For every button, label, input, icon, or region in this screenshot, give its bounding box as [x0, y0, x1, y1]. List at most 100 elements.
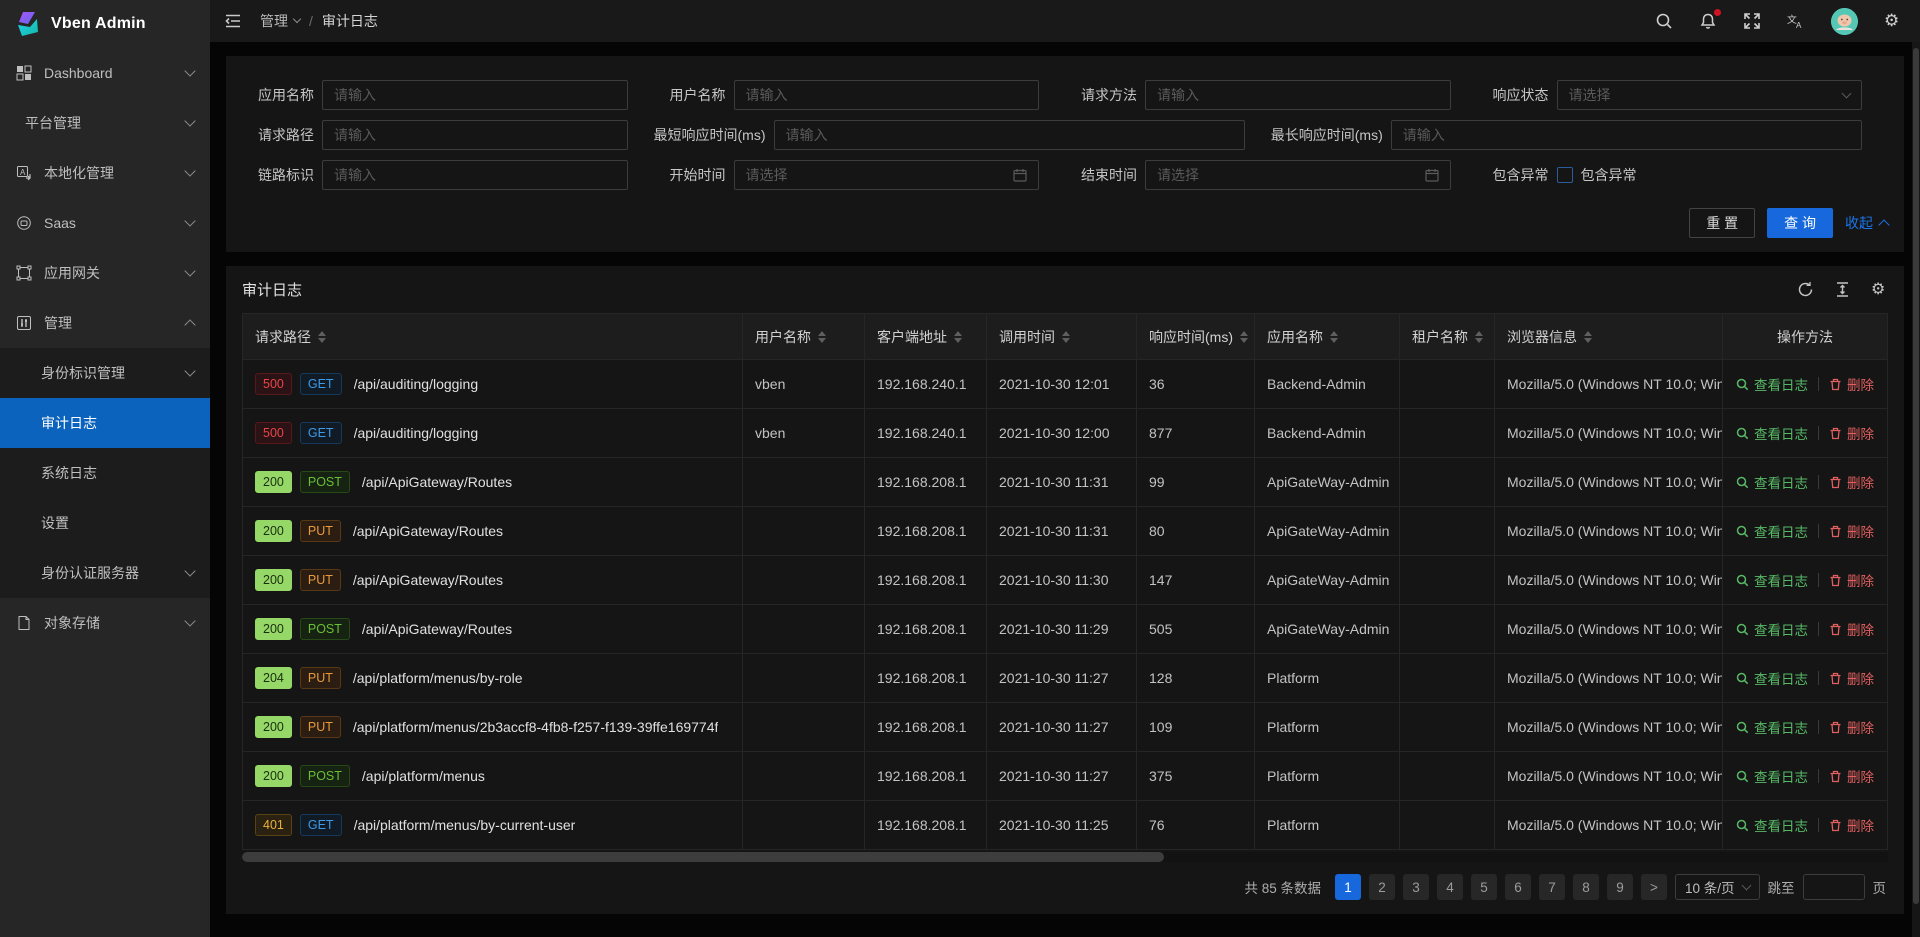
delete-button[interactable]: 删除: [1829, 472, 1874, 492]
sort-icon[interactable]: [1330, 331, 1338, 343]
delete-button[interactable]: 删除: [1829, 374, 1874, 394]
sort-icon[interactable]: [1240, 331, 1248, 343]
sort-icon[interactable]: [318, 331, 326, 343]
cell-tenant: [1400, 458, 1495, 507]
cell-tenant: [1400, 556, 1495, 605]
notification-bell-icon[interactable]: [1699, 12, 1717, 30]
page-content: 应用名称 用户名称 请求方法 响应状态 请选择: [210, 42, 1920, 937]
scrollbar-thumb[interactable]: [1913, 48, 1919, 904]
language-icon[interactable]: 文A: [1787, 12, 1805, 30]
sidebar-item-audit-log[interactable]: 审计日志: [0, 398, 210, 448]
view-log-button[interactable]: 查看日志: [1736, 472, 1808, 492]
search-icon[interactable]: [1655, 12, 1673, 30]
sidebar-item-settings[interactable]: 设置: [0, 498, 210, 548]
sort-icon[interactable]: [1584, 331, 1592, 343]
page-button-1[interactable]: 1: [1335, 874, 1361, 900]
sort-icon[interactable]: [1062, 331, 1070, 343]
user-avatar[interactable]: [1831, 8, 1858, 35]
filter-field-has-exception: 包含异常 包含异常: [1477, 160, 1889, 190]
view-log-button[interactable]: 查看日志: [1736, 766, 1808, 786]
view-log-button[interactable]: 查看日志: [1736, 619, 1808, 639]
page-button-9[interactable]: 9: [1607, 874, 1633, 900]
response-status-select[interactable]: 请选择: [1557, 80, 1863, 110]
row-height-icon[interactable]: [1834, 281, 1851, 298]
delete-button[interactable]: 删除: [1829, 815, 1874, 835]
page-size-select[interactable]: 10 条/页: [1675, 874, 1760, 900]
sidebar-item-saas[interactable]: Saas: [0, 198, 210, 248]
cell-browser: Mozilla/5.0 (Windows NT 10.0; Win: [1495, 605, 1723, 654]
delete-button[interactable]: 删除: [1829, 521, 1874, 541]
collapse-link[interactable]: 收起: [1845, 213, 1888, 233]
app-name-input[interactable]: [322, 80, 628, 110]
view-log-button[interactable]: 查看日志: [1736, 668, 1808, 688]
search-button[interactable]: 查 询: [1767, 208, 1833, 238]
request-method-input[interactable]: [1145, 80, 1451, 110]
page-button-8[interactable]: 8: [1573, 874, 1599, 900]
column-header-duration[interactable]: 响应时间(ms): [1137, 314, 1255, 360]
column-header-browser[interactable]: 浏览器信息: [1495, 314, 1723, 360]
view-log-button[interactable]: 查看日志: [1736, 717, 1808, 737]
next-page-button[interactable]: >: [1641, 874, 1667, 900]
delete-button[interactable]: 删除: [1829, 766, 1874, 786]
user-name-input[interactable]: [734, 80, 1040, 110]
column-settings-gear-icon[interactable]: ⚙: [1871, 281, 1888, 298]
view-log-button[interactable]: 查看日志: [1736, 815, 1808, 835]
column-header-user[interactable]: 用户名称: [743, 314, 865, 360]
refresh-icon[interactable]: [1797, 281, 1814, 298]
delete-button[interactable]: 删除: [1829, 619, 1874, 639]
page-button-7[interactable]: 7: [1539, 874, 1565, 900]
app-logo[interactable]: Vben Admin: [0, 0, 210, 48]
delete-button[interactable]: 删除: [1829, 717, 1874, 737]
jump-page-input[interactable]: [1803, 874, 1865, 900]
page-button-3[interactable]: 3: [1403, 874, 1429, 900]
view-log-button[interactable]: 查看日志: [1736, 521, 1808, 541]
breadcrumb-parent[interactable]: 管理: [260, 11, 300, 31]
sidebar-item-platform[interactable]: 平台管理: [0, 98, 210, 148]
sidebar-item-dashboard[interactable]: Dashboard: [0, 48, 210, 98]
delete-button[interactable]: 删除: [1829, 423, 1874, 443]
view-log-button[interactable]: 查看日志: [1736, 374, 1808, 394]
vertical-scrollbar[interactable]: [1912, 42, 1920, 937]
view-log-button[interactable]: 查看日志: [1736, 423, 1808, 443]
column-header-time[interactable]: 调用时间: [987, 314, 1137, 360]
sort-icon[interactable]: [1475, 331, 1483, 343]
reset-button[interactable]: 重 置: [1689, 208, 1755, 238]
filter-panel: 应用名称 用户名称 请求方法 响应状态 请选择: [226, 56, 1904, 252]
settings-gear-icon[interactable]: ⚙: [1884, 12, 1902, 30]
page-button-6[interactable]: 6: [1505, 874, 1531, 900]
sort-icon[interactable]: [818, 331, 826, 343]
page-button-4[interactable]: 4: [1437, 874, 1463, 900]
request-path-input[interactable]: [322, 120, 628, 150]
has-exception-checkbox[interactable]: [1557, 167, 1573, 183]
cell-duration: 76: [1137, 801, 1255, 850]
sidebar-item-gateway[interactable]: 应用网关: [0, 248, 210, 298]
menu-fold-icon[interactable]: [224, 12, 242, 30]
chevron-down-icon: [184, 615, 195, 626]
column-header-path[interactable]: 请求路径: [243, 314, 743, 360]
start-time-picker[interactable]: 请选择: [734, 160, 1040, 190]
max-duration-input[interactable]: [1391, 120, 1862, 150]
sort-icon[interactable]: [954, 331, 962, 343]
delete-button[interactable]: 删除: [1829, 570, 1874, 590]
sidebar-item-identity-server[interactable]: 身份认证服务器: [0, 548, 210, 598]
sidebar-item-object-storage[interactable]: 对象存储: [0, 598, 210, 648]
end-time-picker[interactable]: 请选择: [1145, 160, 1451, 190]
scrollbar-thumb[interactable]: [242, 852, 1164, 862]
sidebar-item-system-log[interactable]: 系统日志: [0, 448, 210, 498]
delete-button[interactable]: 删除: [1829, 668, 1874, 688]
column-header-app[interactable]: 应用名称: [1255, 314, 1400, 360]
trace-id-input[interactable]: [322, 160, 628, 190]
page-button-2[interactable]: 2: [1369, 874, 1395, 900]
column-header-tenant[interactable]: 租户名称: [1400, 314, 1495, 360]
column-header-client[interactable]: 客户端地址: [865, 314, 987, 360]
sidebar-item-management[interactable]: 管理: [0, 298, 210, 348]
sidebar-item-localization[interactable]: A 本地化管理: [0, 148, 210, 198]
divider: [1818, 524, 1819, 538]
fullscreen-icon[interactable]: [1743, 12, 1761, 30]
breadcrumb-current: 审计日志: [322, 11, 378, 31]
view-log-button[interactable]: 查看日志: [1736, 570, 1808, 590]
sidebar-item-identity-management[interactable]: 身份标识管理: [0, 348, 210, 398]
horizontal-scrollbar[interactable]: [242, 852, 1888, 862]
min-duration-input[interactable]: [774, 120, 1245, 150]
page-button-5[interactable]: 5: [1471, 874, 1497, 900]
